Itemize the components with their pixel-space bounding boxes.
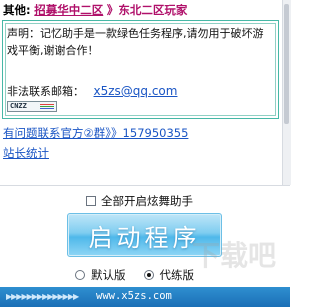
panel-divider (0, 185, 290, 186)
dance-assistant-option[interactable]: 全部开启炫舞助手 (86, 193, 193, 209)
contact-line: 非法联系邮箱： x5zs@qq.com (7, 83, 177, 99)
radio-powerlevel[interactable] (143, 270, 154, 280)
dance-assistant-label: 全部开启炫舞助手 (101, 194, 193, 208)
contact-email-link[interactable]: x5zs@qq.com (94, 84, 178, 98)
dance-assistant-checkbox[interactable] (86, 196, 96, 206)
recruit-line: 其他: 招募华中二区 》东北二区玩家 (3, 2, 187, 18)
version-option-label: 代练版 (159, 268, 195, 282)
contact-label: 非法联系邮箱： (7, 85, 84, 98)
version-option-label: 默认版 (91, 268, 126, 282)
other-label: 其他: (3, 3, 31, 17)
version-radio-group: 默认版 代练版 (75, 267, 212, 283)
web-panel: 其他: 招募华中二区 》东北二区玩家 声明：记忆助手是一款绿色任务程序,请勿用于… (0, 0, 282, 185)
stats-link[interactable]: 站长统计 (3, 145, 49, 161)
vertical-scrollbar[interactable] (282, 0, 291, 185)
cnzz-badge[interactable]: CNZZ (7, 101, 57, 112)
cnzz-bars-icon (40, 104, 54, 109)
recruit-link[interactable]: 招募华中二区 (34, 3, 103, 17)
cnzz-label: CNZZ (10, 102, 27, 110)
radio-default[interactable] (75, 270, 85, 280)
help-group-link[interactable]: 有问题联系官方②群》》157950355 (3, 125, 188, 141)
version-option-powerlevel[interactable]: 代练版 (143, 267, 195, 283)
footer-bar: ▶▶▶▶▶▶▶▶▶▶▶▶▶▶ www.x5zs.com (0, 287, 290, 307)
recruit-tail: 》东北二区玩家 (106, 3, 188, 17)
footer-arrows-icon: ▶▶▶▶▶▶▶▶▶▶▶▶▶▶ (6, 292, 79, 301)
footer-url: www.x5zs.com (96, 290, 172, 302)
declaration-text: 声明：记忆助手是一款绿色任务程序,请勿用于破坏游戏平衡,谢谢合作！ (7, 27, 264, 57)
notice-box: 声明：记忆助手是一款绿色任务程序,请勿用于破坏游戏平衡,谢谢合作！ 非法联系邮箱… (2, 20, 279, 119)
version-option-default[interactable]: 默认版 (75, 267, 126, 283)
start-program-button[interactable]: 启动程序 (67, 213, 222, 257)
scrollbar-thumb[interactable] (284, 4, 289, 124)
